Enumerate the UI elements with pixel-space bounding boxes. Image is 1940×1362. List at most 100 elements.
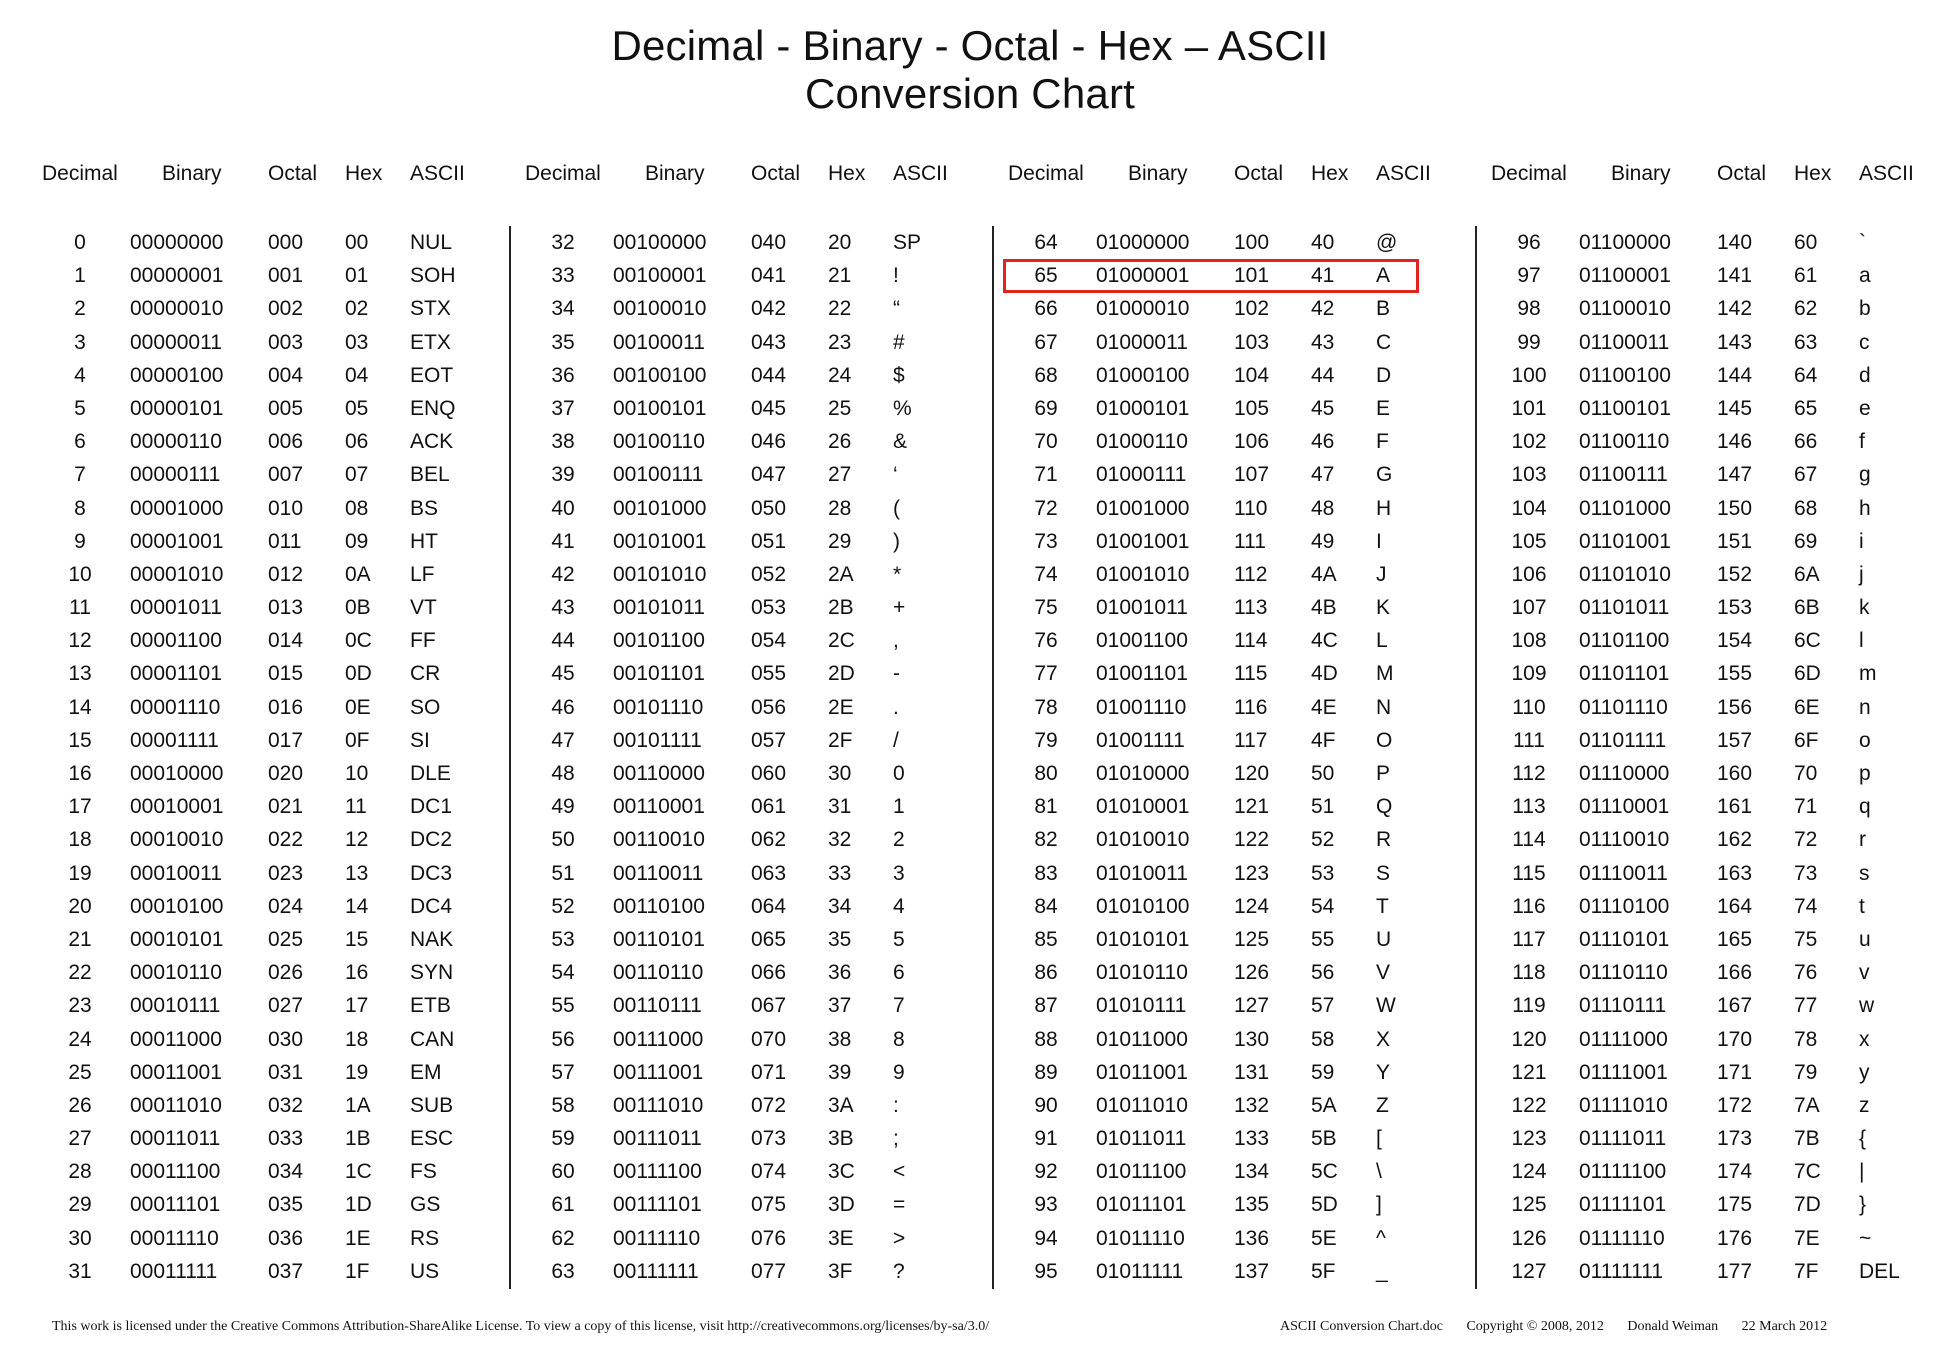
- octal-cell: 076: [751, 1226, 787, 1250]
- table-row: 52 00110100 064 34 4: [523, 890, 1003, 923]
- hex-cell: 3B: [828, 1127, 854, 1151]
- decimal-cell: 124: [1511, 1160, 1547, 1184]
- octal-cell: 141: [1717, 264, 1753, 288]
- binary-cell: 01101111: [1579, 728, 1667, 752]
- octal-cell: 176: [1717, 1226, 1753, 1250]
- ascii-cell: ^: [1376, 1226, 1386, 1250]
- ascii-cell: u: [1859, 927, 1871, 951]
- decimal-cell: 93: [1034, 1193, 1058, 1217]
- binary-cell: 01001100: [1096, 629, 1188, 653]
- binary-cell: 01101110: [1579, 695, 1668, 719]
- hex-cell: 7F: [1794, 1259, 1819, 1283]
- decimal-cell: 47: [551, 728, 575, 752]
- decimal-cell: 8: [74, 496, 86, 520]
- decimal-cell: 102: [1511, 430, 1547, 454]
- decimal-cell: 44: [551, 629, 575, 653]
- hex-cell: 2F: [828, 728, 853, 752]
- table-row: 60 00111100 074 3C <: [523, 1155, 1003, 1188]
- binary-cell: 01101000: [1579, 496, 1671, 520]
- decimal-cell: 40: [551, 496, 575, 520]
- hex-cell: 1A: [345, 1093, 371, 1117]
- ascii-cell: Q: [1376, 795, 1393, 819]
- octal-cell: 020: [268, 762, 304, 785]
- binary-cell: 00110010: [613, 828, 705, 852]
- hex-cell: 24: [828, 363, 852, 387]
- binary-cell: 01001010: [1096, 562, 1190, 586]
- table-row: 2 00000010 002 02 STX: [40, 292, 520, 325]
- decimal-cell: 61: [551, 1193, 575, 1217]
- ascii-cell: 4: [893, 894, 905, 918]
- binary-cell: 00000101: [130, 396, 224, 420]
- hex-cell: 74: [1794, 894, 1818, 918]
- decimal-cell: 69: [1034, 396, 1058, 420]
- decimal-cell: 85: [1034, 927, 1058, 951]
- table-row: 42 00101010 052 2A *: [523, 558, 1003, 591]
- hex-cell: 50: [1311, 762, 1335, 785]
- decimal-cell: 32: [551, 231, 575, 254]
- ascii-cell: ‘: [893, 463, 898, 487]
- table-row: 20 00010100 024 14 DC4: [40, 890, 520, 923]
- decimal-cell: 23: [68, 994, 92, 1018]
- ascii-cell: NUL: [410, 231, 453, 254]
- header-hex: Hex: [828, 162, 866, 185]
- hex-cell: 5E: [1311, 1226, 1337, 1250]
- ascii-cell: ): [893, 529, 900, 553]
- octal-cell: 144: [1717, 363, 1753, 387]
- decimal-cell: 56: [551, 1027, 575, 1051]
- octal-cell: 160: [1717, 762, 1753, 785]
- hex-cell: 63: [1794, 330, 1818, 354]
- ascii-cell: VT: [410, 596, 437, 620]
- binary-cell: 01010101: [1096, 927, 1190, 951]
- ascii-cell: G: [1376, 463, 1393, 487]
- hex-cell: 6A: [1794, 562, 1820, 586]
- binary-cell: 01000111: [1096, 463, 1187, 487]
- octal-cell: 136: [1234, 1226, 1270, 1250]
- table-row: 126 01111110 176 7E ~: [1489, 1222, 1940, 1255]
- octal-cell: 005: [268, 396, 304, 420]
- table-row: 91 01011011 133 5B [: [1006, 1122, 1486, 1155]
- binary-cell: 01111111: [1579, 1259, 1664, 1283]
- decimal-cell: 125: [1511, 1193, 1547, 1217]
- ascii-cell: {: [1859, 1127, 1867, 1151]
- table-row: 29 00011101 035 1D GS: [40, 1188, 520, 1221]
- octal-cell: 054: [751, 629, 787, 653]
- hex-cell: 4E: [1311, 695, 1337, 719]
- decimal-cell: 28: [68, 1160, 92, 1184]
- hex-cell: 28: [828, 496, 852, 520]
- ascii-cell: NAK: [410, 927, 454, 951]
- ascii-cell: I: [1376, 529, 1382, 553]
- table-row: 107 01101011 153 6B k: [1489, 591, 1940, 624]
- binary-cell: 00101001: [613, 529, 707, 553]
- ascii-cell: C: [1376, 330, 1392, 354]
- decimal-cell: 24: [68, 1027, 92, 1051]
- hex-cell: 61: [1794, 264, 1818, 288]
- octal-cell: 003: [268, 330, 304, 354]
- table-row: 68 01000100 104 44 D: [1006, 359, 1486, 392]
- ascii-cell: c: [1859, 330, 1870, 354]
- table-row: 33 00100001 041 21!: [523, 259, 1003, 292]
- octal-cell: 044: [751, 363, 787, 387]
- decimal-cell: 4: [74, 363, 86, 387]
- octal-cell: 107: [1234, 463, 1270, 487]
- decimal-cell: 103: [1511, 463, 1547, 487]
- table-row: 35 00100011 043 23 #: [523, 326, 1003, 359]
- hex-cell: 04: [345, 363, 369, 387]
- ascii-cell: i: [1859, 529, 1864, 553]
- binary-cell: 01010001: [1096, 795, 1190, 819]
- binary-cell: 00000100: [130, 363, 224, 387]
- binary-cell: 00100000: [613, 231, 707, 254]
- hex-cell: 21: [828, 264, 852, 288]
- binary-cell: 01000000: [1096, 231, 1190, 254]
- table-row: 62 00111110 076 3E >: [523, 1222, 1003, 1255]
- decimal-cell: 90: [1034, 1093, 1058, 1117]
- highlight-box: [1003, 259, 1419, 293]
- ascii-cell: _: [1376, 1259, 1388, 1283]
- octal-cell: 116: [1234, 695, 1268, 719]
- decimal-cell: 96: [1517, 231, 1541, 254]
- decimal-cell: 2: [74, 297, 86, 321]
- ascii-cell: v: [1859, 961, 1870, 985]
- ascii-cell: BEL: [410, 463, 450, 487]
- octal-cell: 065: [751, 927, 787, 951]
- octal-cell: 007: [268, 463, 304, 487]
- hex-cell: 34: [828, 894, 852, 918]
